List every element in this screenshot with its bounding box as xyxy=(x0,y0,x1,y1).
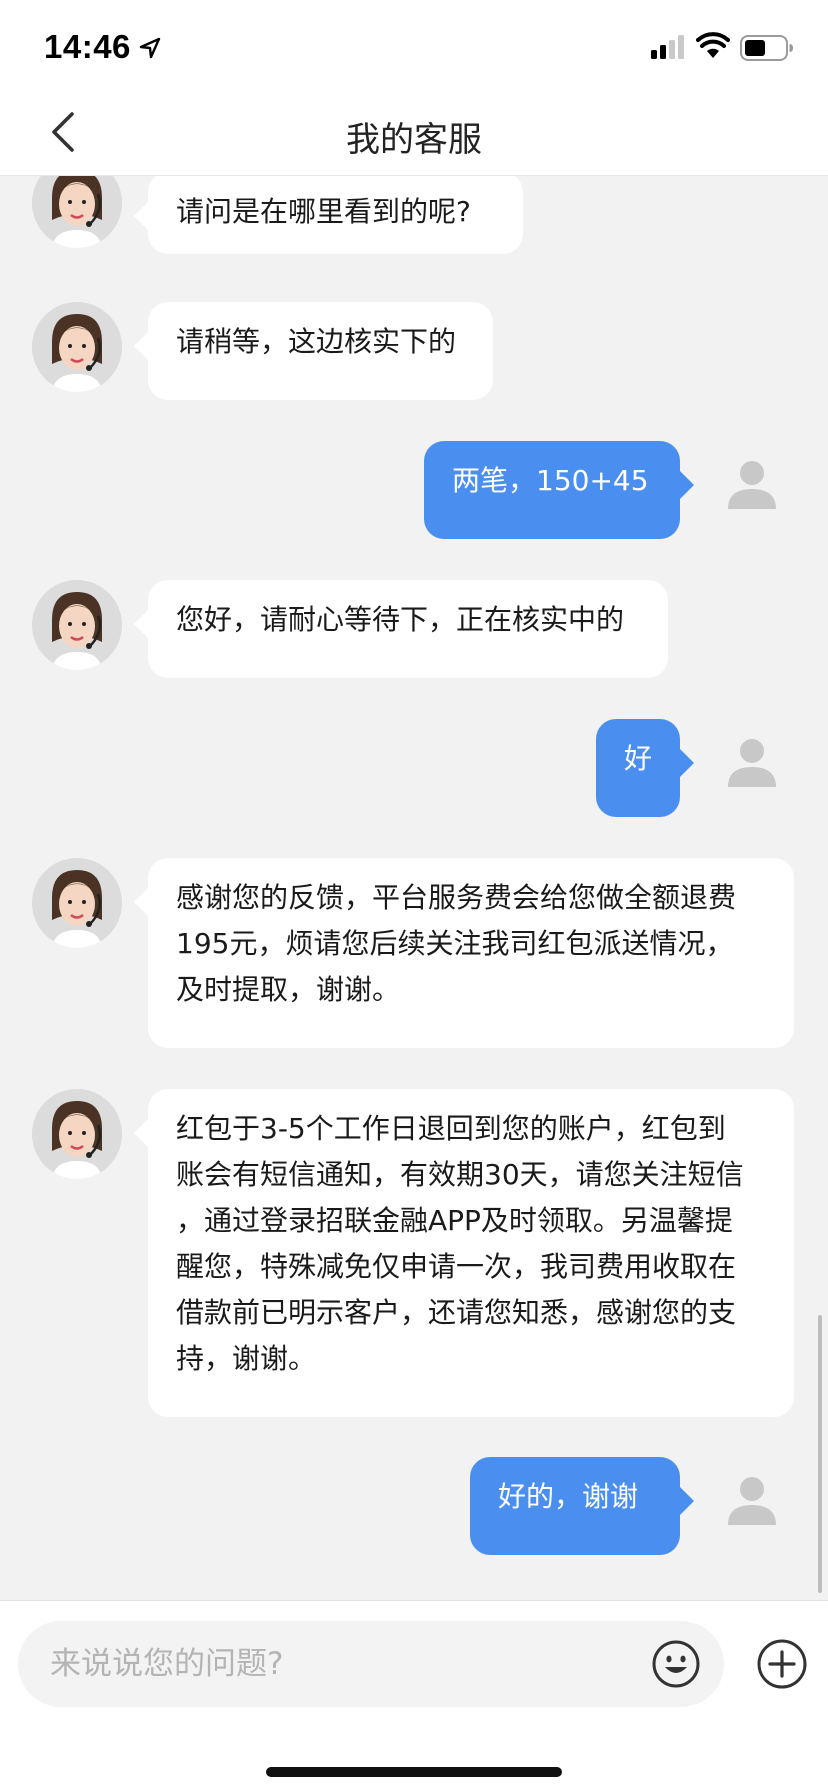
message-line: 持，谢谢。 xyxy=(176,1342,317,1375)
message-input-bar xyxy=(0,1600,828,1792)
message-text: 您好，请耐心等待下，正在核实中的 xyxy=(176,603,625,636)
message-line: 195元，烦请您后续关注我司红包派送情况， xyxy=(176,927,734,960)
message-line: ，通过登录招联金融APP及时领取。另温馨提 xyxy=(176,1204,733,1237)
message-bubble-user[interactable]: 两笔，150+45 xyxy=(424,441,694,539)
message-line: 借款前已明示客户，还请您知悉，感谢您的支 xyxy=(176,1296,737,1329)
user-avatar-icon xyxy=(728,461,776,509)
message-text: 好 xyxy=(623,742,652,775)
message-bubble-agent[interactable]: 感谢您的反馈，平台服务费会给您做全额退费 195元，烦请您后续关注我司红包派送情… xyxy=(134,858,794,1048)
chat-scrollbar[interactable] xyxy=(818,1315,822,1593)
message-text: 两笔，150+45 xyxy=(452,464,649,497)
agent-avatar xyxy=(32,302,122,392)
chat-message-list[interactable]: 请问是在哪里看到的呢? 请稍等，这边核实下的 两笔，150+45 您好，请耐心等… xyxy=(0,176,828,1600)
message-bubble-user[interactable]: 好的，谢谢 xyxy=(470,1457,694,1555)
user-avatar-icon xyxy=(728,1477,776,1525)
message-line: 红包于3-5个工作日退回到您的账户，红包到 xyxy=(176,1112,726,1145)
message-bubble-agent[interactable]: 红包于3-5个工作日退回到您的账户，红包到 账会有短信通知，有效期30天，请您关… xyxy=(134,1089,794,1417)
message-line: 醒您，特殊减免仅申请一次，我司费用收取在 xyxy=(176,1250,737,1283)
status-bar: 14:46 xyxy=(0,0,828,88)
home-indicator xyxy=(266,1767,562,1777)
message-text: 请稍等，这边核实下的 xyxy=(176,325,457,358)
message-bubble-agent[interactable]: 您好，请耐心等待下，正在核实中的 xyxy=(134,580,668,678)
user-avatar-icon xyxy=(728,739,776,787)
location-arrow-icon xyxy=(139,37,161,59)
message-text: 好的，谢谢 xyxy=(498,1480,639,1513)
smiley-icon[interactable] xyxy=(651,1639,701,1689)
status-time: 14:46 xyxy=(44,28,131,65)
message-line: 及时提取，谢谢。 xyxy=(176,973,401,1006)
plus-circle-icon[interactable] xyxy=(756,1638,808,1690)
message-bubble-agent[interactable]: 请问是在哪里看到的呢? xyxy=(134,176,523,254)
agent-avatar xyxy=(32,858,122,948)
agent-avatar xyxy=(32,176,122,248)
agent-avatar xyxy=(32,580,122,670)
nav-header: 我的客服 xyxy=(0,88,828,176)
message-input[interactable] xyxy=(18,1621,724,1707)
message-bubble-agent[interactable]: 请稍等，这边核实下的 xyxy=(134,302,493,400)
message-bubble-user[interactable]: 好 xyxy=(596,719,694,817)
message-line: 感谢您的反馈，平台服务费会给您做全额退费 xyxy=(176,881,737,914)
page-title: 我的客服 xyxy=(346,120,482,160)
wifi-icon xyxy=(696,32,730,58)
battery-icon xyxy=(740,35,793,61)
agent-avatar xyxy=(32,1089,122,1179)
message-line: 账会有短信通知，有效期30天，请您关注短信 xyxy=(176,1158,744,1191)
signal-icon xyxy=(651,35,684,59)
message-text: 请问是在哪里看到的呢? xyxy=(176,195,471,228)
